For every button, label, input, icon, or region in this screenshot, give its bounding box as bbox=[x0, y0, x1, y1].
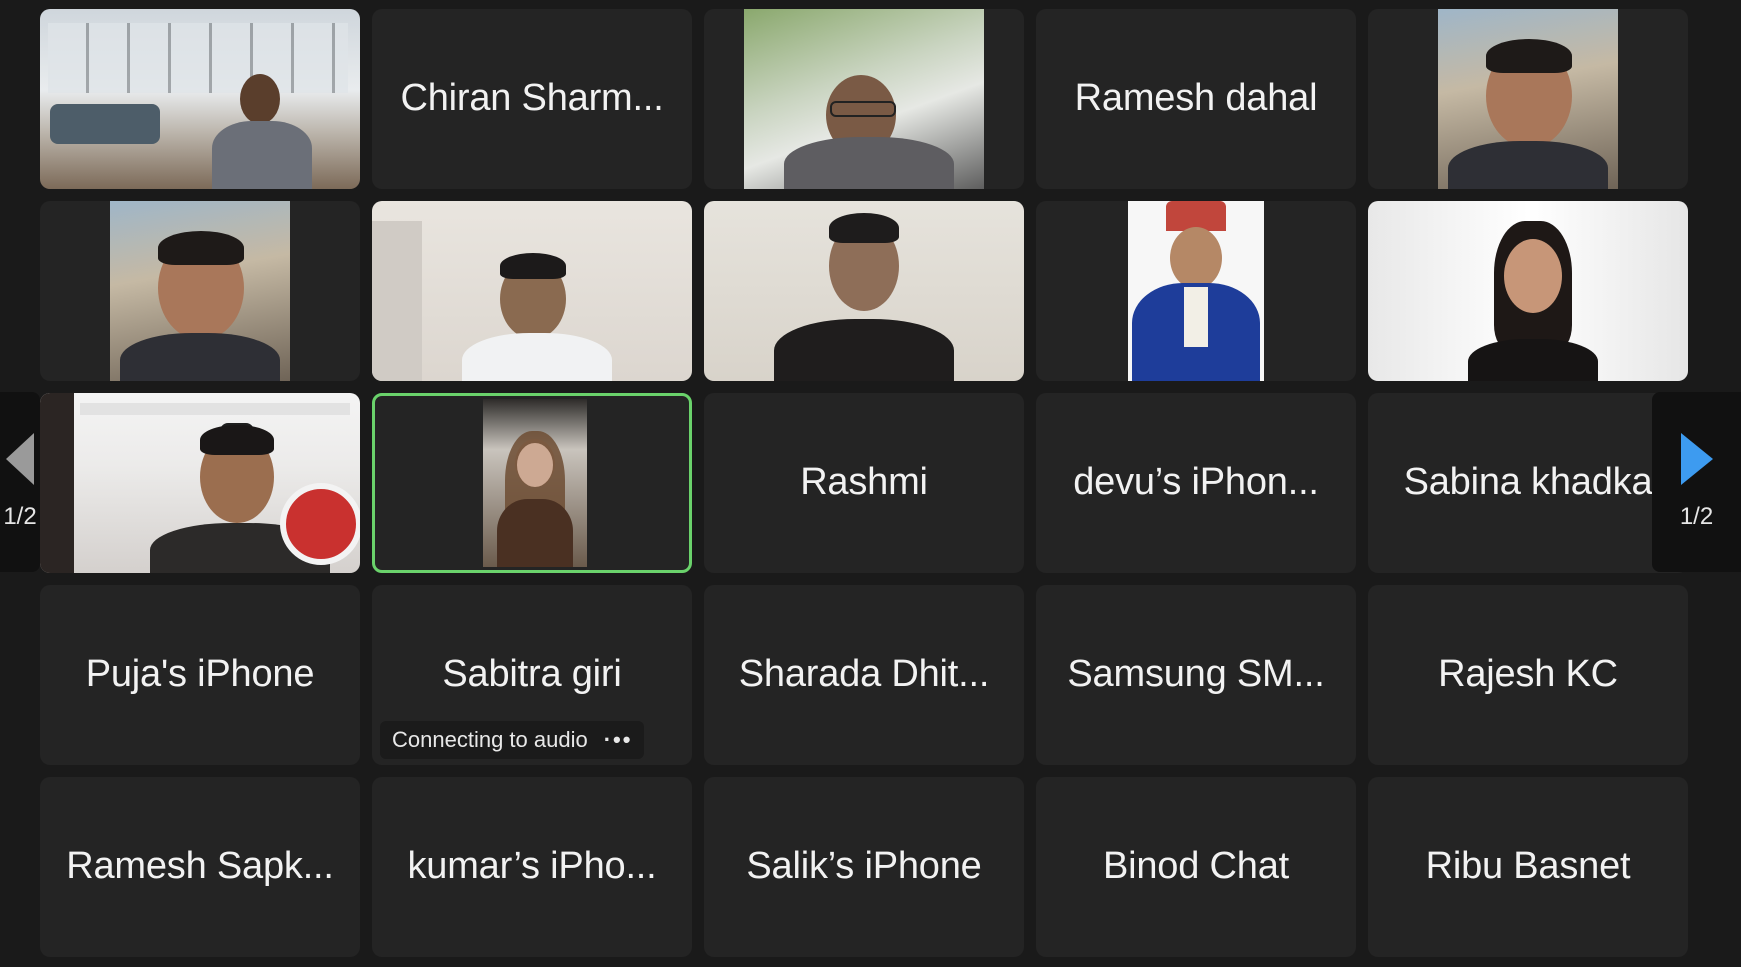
participant-tile-24[interactable]: Binod Chat bbox=[1036, 777, 1356, 957]
participant-tile-video-10[interactable] bbox=[1368, 201, 1688, 381]
previous-page-button[interactable]: 1/2 bbox=[0, 392, 40, 572]
participant-video bbox=[1438, 9, 1618, 189]
participant-video bbox=[40, 393, 360, 573]
participant-tile-video-12-active-speaker[interactable] bbox=[372, 393, 692, 573]
participant-tile-13[interactable]: Rashmi bbox=[704, 393, 1024, 573]
participant-name: kumar’s iPho... bbox=[407, 844, 657, 887]
participant-video bbox=[704, 201, 1024, 381]
participant-tile-23[interactable]: Salik’s iPhone bbox=[704, 777, 1024, 957]
participant-name: Sabitra giri bbox=[442, 652, 622, 695]
page-indicator: 1/2 bbox=[1679, 503, 1714, 530]
participant-tile-video-7[interactable] bbox=[372, 201, 692, 381]
participant-tile-15[interactable]: Sabina khadka bbox=[1368, 393, 1688, 573]
loading-dots-icon: ·•• bbox=[603, 727, 633, 752]
audio-status-text: Connecting to audio bbox=[392, 727, 588, 752]
participant-tile-video-8[interactable] bbox=[704, 201, 1024, 381]
participant-name: Salik’s iPhone bbox=[746, 844, 982, 887]
participant-tile-21[interactable]: Ramesh Sapk... bbox=[40, 777, 360, 957]
participant-name: Binod Chat bbox=[1102, 844, 1289, 887]
participant-name: Sharada Dhit... bbox=[738, 652, 990, 695]
participant-tile-20[interactable]: Rajesh KC bbox=[1368, 585, 1688, 765]
participant-tile-4[interactable]: Ramesh dahal bbox=[1036, 9, 1356, 189]
participant-name: Chiran Sharm... bbox=[400, 76, 664, 119]
participant-tile-video-5[interactable] bbox=[1368, 9, 1688, 189]
page-indicator: 1/2 bbox=[3, 503, 37, 530]
participant-video bbox=[372, 201, 692, 381]
participant-name: devu’s iPhon... bbox=[1073, 460, 1319, 503]
participant-tile-video-3[interactable] bbox=[704, 9, 1024, 189]
participant-tile-video-11[interactable] bbox=[40, 393, 360, 573]
participant-tile-video-9[interactable] bbox=[1036, 201, 1356, 381]
participant-name: Ramesh Sapk... bbox=[66, 844, 334, 887]
participant-name: Sabina khadka bbox=[1403, 460, 1653, 503]
participant-tile-2[interactable]: Chiran Sharm... bbox=[372, 9, 692, 189]
participant-video bbox=[1368, 201, 1688, 381]
arrow-left-icon bbox=[6, 433, 34, 485]
participant-tile-14[interactable]: devu’s iPhon... bbox=[1036, 393, 1356, 573]
participant-tile-video-6[interactable] bbox=[40, 201, 360, 381]
participant-tile-19[interactable]: Samsung SM... bbox=[1036, 585, 1356, 765]
participant-name: Ramesh dahal bbox=[1074, 76, 1318, 119]
participant-name: Rajesh KC bbox=[1438, 652, 1618, 695]
participant-name: Samsung SM... bbox=[1067, 652, 1325, 695]
participant-video bbox=[744, 9, 984, 189]
participant-name: Puja's iPhone bbox=[85, 652, 315, 695]
participant-video bbox=[483, 399, 587, 567]
participant-tile-16[interactable]: Puja's iPhone bbox=[40, 585, 360, 765]
participant-tile-video-1[interactable] bbox=[40, 9, 360, 189]
participant-tile-17[interactable]: Sabitra giri Connecting to audio ·•• bbox=[372, 585, 692, 765]
participant-video bbox=[40, 9, 360, 189]
next-page-button[interactable]: 1/2 bbox=[1652, 392, 1741, 572]
arrow-right-icon bbox=[1680, 433, 1713, 485]
participant-video bbox=[1128, 201, 1264, 381]
participant-name: Ribu Basnet bbox=[1425, 844, 1631, 887]
audio-status-badge: Connecting to audio ·•• bbox=[380, 721, 645, 759]
participant-video bbox=[110, 201, 290, 381]
participant-name: Rashmi bbox=[800, 460, 928, 503]
participant-tile-18[interactable]: Sharada Dhit... bbox=[704, 585, 1024, 765]
participant-tile-22[interactable]: kumar’s iPho... bbox=[372, 777, 692, 957]
participant-tile-25[interactable]: Ribu Basnet bbox=[1368, 777, 1688, 957]
